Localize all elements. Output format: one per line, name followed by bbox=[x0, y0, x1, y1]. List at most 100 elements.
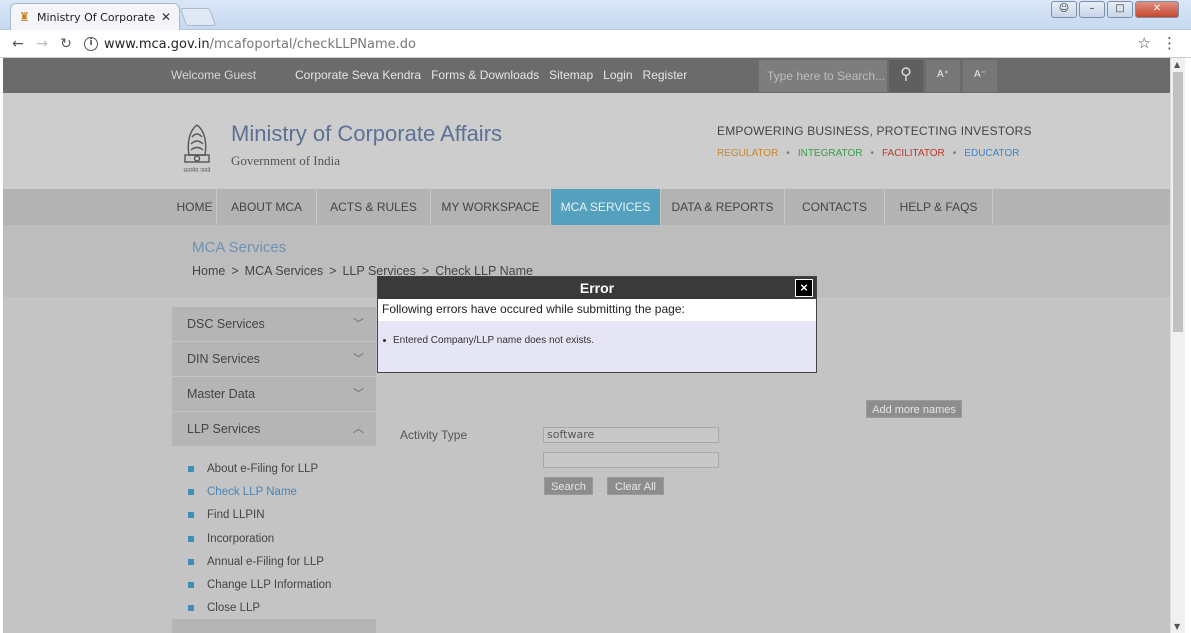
link-register[interactable]: Register bbox=[643, 68, 688, 82]
font-decrease-button[interactable]: A⁻ bbox=[963, 60, 997, 92]
sidebar-item-label: DIN Services bbox=[187, 352, 260, 366]
sidebar-item-din-services[interactable]: DIN Services ﹀ bbox=[172, 342, 376, 376]
crumb-mca-services[interactable]: MCA Services bbox=[245, 264, 324, 278]
nav-mca-services[interactable]: MCA SERVICES bbox=[551, 189, 661, 225]
maximize-button[interactable]: □ bbox=[1107, 1, 1133, 18]
minimize-button[interactable]: – bbox=[1079, 1, 1105, 18]
sidebar-item-master-data[interactable]: Master Data ﹀ bbox=[172, 377, 376, 411]
sidebar-item-change-llp-information[interactable]: Change LLP Information bbox=[188, 573, 376, 596]
browser-tab[interactable]: ♜ Ministry Of Corporate Af ✕ bbox=[10, 3, 180, 30]
new-tab-button[interactable] bbox=[179, 8, 217, 26]
scroll-up-icon[interactable]: ▲ bbox=[1174, 60, 1180, 69]
nav-home[interactable]: HOME bbox=[173, 189, 217, 225]
sidebar: DSC Services ﹀ DIN Services ﹀ Master Data ﹀… bbox=[172, 307, 376, 620]
window-controls: ☺ – □ ✕ bbox=[1051, 1, 1179, 18]
llp-services-list: About e-Filing for LLP Check LLP Name Fi… bbox=[172, 447, 376, 620]
bullet-square-icon bbox=[188, 535, 194, 542]
activity-type-label: Activity Type bbox=[400, 428, 468, 442]
crumb-home[interactable]: Home bbox=[192, 264, 225, 278]
chevron-down-icon: ﹀ bbox=[353, 353, 364, 365]
nav-about-mca[interactable]: ABOUT MCA bbox=[217, 189, 317, 225]
browser-titlebar: ♜ Ministry Of Corporate Af ✕ ☺ – □ ✕ bbox=[0, 0, 1191, 30]
crumb-separator: > bbox=[329, 264, 337, 278]
bullet-square-icon bbox=[188, 465, 194, 472]
search-button[interactable]: Search bbox=[544, 477, 593, 495]
browser-menu-icon[interactable]: ⋮ bbox=[1162, 34, 1177, 52]
url-host: www.mca.gov.in bbox=[104, 36, 210, 52]
reload-icon[interactable]: ↻ bbox=[54, 36, 78, 52]
site-search-input[interactable]: Type here to Search... bbox=[759, 60, 887, 92]
nav-acts-rules[interactable]: ACTS & RULES bbox=[317, 189, 431, 225]
sidebar-item-label: Master Data bbox=[187, 387, 256, 401]
bullet-square-icon bbox=[188, 605, 194, 612]
clear-all-button[interactable]: Clear All bbox=[607, 477, 664, 495]
description-field[interactable] bbox=[543, 452, 719, 468]
utility-links: Corporate Seva Kendra Forms & Downloads … bbox=[295, 68, 687, 82]
role-integrator: INTEGRATOR bbox=[797, 148, 863, 159]
back-arrow-icon[interactable]: ← bbox=[6, 36, 30, 52]
nav-contacts[interactable]: CONTACTS bbox=[785, 189, 885, 225]
sidebar-item-check-llp-name[interactable]: Check LLP Name bbox=[188, 480, 376, 503]
sidebar-item-llp-services[interactable]: LLP Services ︿ bbox=[172, 412, 376, 446]
activity-type-field[interactable]: software bbox=[543, 427, 719, 443]
role-regulator: REGULATOR bbox=[717, 148, 779, 159]
main-navigation: HOME ABOUT MCA ACTS & RULES MY WORKSPACE… bbox=[3, 189, 1170, 225]
error-dialog: Error × Following errors have occured wh… bbox=[377, 276, 817, 373]
sidebar-item-label: DSC Services bbox=[187, 317, 265, 331]
page-scrollbar[interactable]: ▲ ▼ bbox=[1170, 58, 1185, 633]
tab-close-icon[interactable]: ✕ bbox=[161, 10, 171, 24]
chevron-down-icon: ﹀ bbox=[353, 318, 364, 330]
tab-title: Ministry Of Corporate Af bbox=[37, 10, 157, 24]
close-icon[interactable]: × bbox=[795, 279, 813, 297]
site-title[interactable]: Ministry of Corporate Affairs bbox=[231, 121, 502, 147]
bullet-square-icon bbox=[188, 512, 194, 519]
page-title: MCA Services bbox=[192, 239, 287, 256]
sidebar-item-incorporation[interactable]: Incorporation bbox=[188, 527, 376, 550]
role-educator: EDUCATOR bbox=[964, 148, 1020, 159]
bullet-square-icon bbox=[188, 488, 194, 495]
link-corporate-seva-kendra[interactable]: Corporate Seva Kendra bbox=[295, 68, 421, 82]
url-field[interactable]: i www.mca.gov.in/mcafoportal/checkLLPNam… bbox=[84, 33, 1164, 55]
sidebar-item-dsc-services[interactable]: DSC Services ﹀ bbox=[172, 307, 376, 341]
role-facilitator: FACILITATOR bbox=[881, 148, 945, 159]
sidebar-item-about-efiling-llp[interactable]: About e-Filing for LLP bbox=[188, 457, 376, 480]
error-list-item: Entered Company/LLP name does not exists… bbox=[378, 321, 816, 346]
role-list: REGULATOR • INTEGRATOR • FACILITATOR • EDUC… bbox=[717, 148, 1020, 159]
emblem-favicon-icon: ♜ bbox=[19, 10, 30, 24]
scroll-down-icon[interactable]: ▼ bbox=[1174, 622, 1180, 631]
window-close-button[interactable]: ✕ bbox=[1135, 1, 1179, 18]
sidebar-item-find-llpin[interactable]: Find LLPIN bbox=[188, 504, 376, 527]
bullet-icon bbox=[383, 339, 386, 342]
emblem-caption: सत्यमेव जयते bbox=[183, 167, 211, 174]
sidebar-item-annual-efiling-llp[interactable]: Annual e-Filing for LLP bbox=[188, 550, 376, 573]
info-icon[interactable]: i bbox=[84, 37, 98, 51]
scrollbar-thumb[interactable] bbox=[1173, 72, 1183, 332]
bullet-square-icon bbox=[188, 582, 194, 589]
link-sitemap[interactable]: Sitemap bbox=[549, 68, 593, 82]
site-tagline: EMPOWERING BUSINESS, PROTECTING INVESTOR… bbox=[717, 124, 1032, 138]
nav-data-reports[interactable]: DATA & REPORTS bbox=[661, 189, 785, 225]
search-icon[interactable]: ⚲ bbox=[889, 60, 923, 92]
sidebar-item-label: LLP Services bbox=[187, 422, 261, 436]
url-path: /mcafoportal/checkLLPName.do bbox=[209, 36, 416, 52]
link-login[interactable]: Login bbox=[603, 68, 632, 82]
add-more-names-button[interactable]: Add more names bbox=[866, 400, 962, 418]
dialog-message: Following errors have occured while subm… bbox=[378, 299, 816, 321]
site-subtitle: Government of India bbox=[231, 153, 341, 168]
address-bar: ← → ↻ i www.mca.gov.in/mcafoportal/check… bbox=[0, 30, 1191, 58]
bookmark-star-icon[interactable]: ☆ bbox=[1138, 34, 1151, 52]
national-emblem-icon: सत्यमेव जयते bbox=[183, 124, 211, 174]
font-increase-button[interactable]: A⁺ bbox=[926, 60, 960, 92]
forward-arrow-icon[interactable]: → bbox=[30, 36, 54, 52]
error-text: Entered Company/LLP name does not exists… bbox=[393, 335, 595, 346]
user-icon[interactable]: ☺ bbox=[1051, 1, 1077, 18]
nav-my-workspace[interactable]: MY WORKSPACE bbox=[431, 189, 551, 225]
dialog-header: Error × bbox=[378, 277, 816, 299]
utility-bar: Welcome Guest Corporate Seva Kendra Form… bbox=[3, 58, 1170, 93]
crumb-separator: > bbox=[231, 264, 239, 278]
sidebar-next-section[interactable] bbox=[172, 619, 376, 633]
chevron-down-icon: ﹀ bbox=[353, 388, 364, 400]
nav-help-faqs[interactable]: HELP & FAQS bbox=[885, 189, 993, 225]
link-forms-downloads[interactable]: Forms & Downloads bbox=[431, 68, 539, 82]
sidebar-item-close-llp[interactable]: Close LLP bbox=[188, 597, 376, 620]
